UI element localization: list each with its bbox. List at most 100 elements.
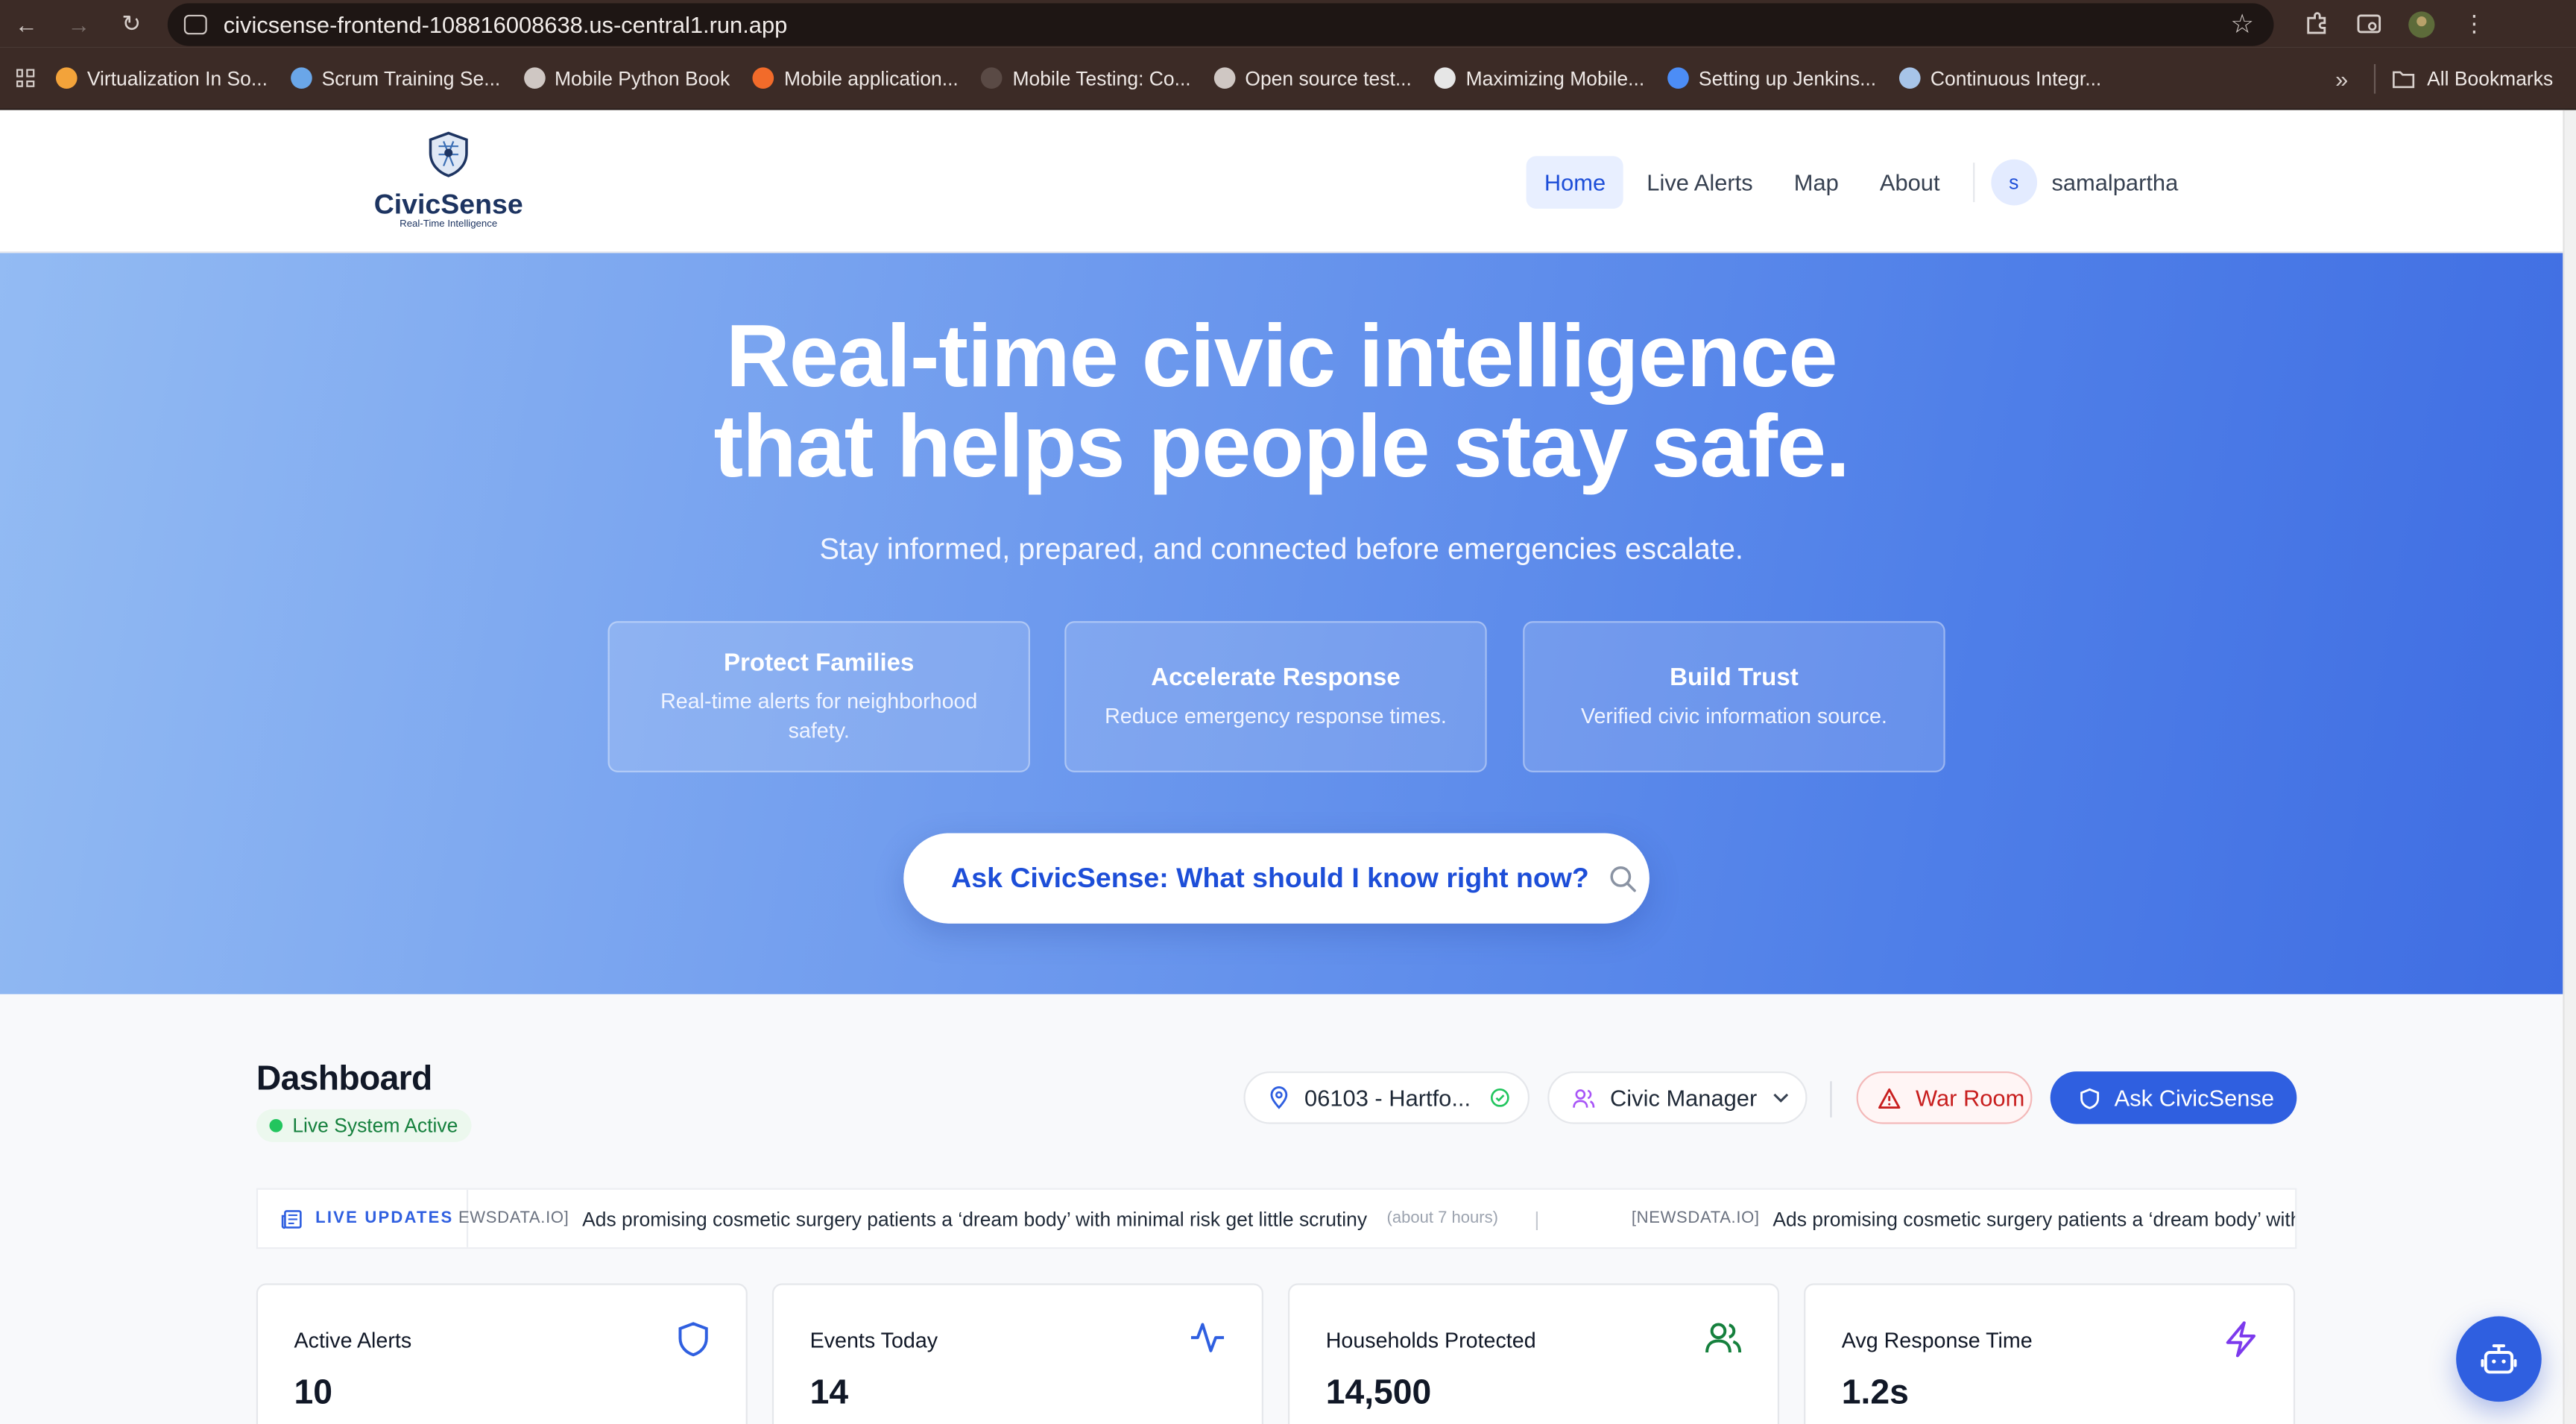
zap-icon — [2224, 1321, 2257, 1366]
profile-avatar-icon[interactable] — [2396, 9, 2449, 39]
feature-card-accelerate-response: Accelerate Response Reduce emergency res… — [1064, 621, 1487, 772]
dashboard-section: Dashboard Live System Active 06103 - Har… — [0, 994, 2563, 1424]
map-pin-icon — [1269, 1086, 1290, 1109]
username-label[interactable]: samalpartha — [2051, 169, 2178, 195]
bookmark-favicon-icon — [1667, 67, 1689, 89]
reload-icon[interactable]: ↻ — [105, 10, 158, 37]
live-updates-label: LIVE UPDATES — [258, 1189, 469, 1247]
bookmark-item[interactable]: Mobile Python Book — [523, 66, 730, 89]
chatbot-button[interactable] — [2456, 1316, 2542, 1402]
bookmark-item[interactable]: Mobile Testing: Co... — [981, 66, 1191, 89]
stat-card-households-protected[interactable]: Households Protected 14,500 — [1288, 1283, 1780, 1424]
bookmark-favicon-icon — [290, 67, 312, 89]
nav-map[interactable]: Map — [1776, 156, 1857, 209]
verified-check-icon — [1490, 1088, 1510, 1107]
live-dot-icon — [269, 1118, 283, 1132]
hero-title-line-1: Real-time civic intelligence — [725, 307, 1838, 406]
shield-icon — [2080, 1087, 2100, 1109]
bookmark-item[interactable]: Continuous Integr... — [1899, 66, 2101, 89]
ticker-age: (about 7 hours) — [1386, 1209, 1499, 1228]
tab-search-icon[interactable] — [2343, 10, 2396, 37]
kebab-menu-icon[interactable]: ⋮ — [2448, 10, 2501, 37]
alert-triangle-icon — [1878, 1087, 1901, 1109]
stat-value: 14,500 — [1325, 1373, 1432, 1412]
ask-civicsense-prompt-button[interactable]: Ask CivicSense: What should I know right… — [903, 833, 1650, 924]
war-room-button[interactable]: War Room — [1856, 1071, 2033, 1124]
bookmark-label: Open source test... — [1245, 66, 1412, 90]
feature-title: Build Trust — [1670, 663, 1799, 691]
bookmark-label: Continuous Integr... — [1930, 66, 2102, 90]
stat-card-avg-response-time[interactable]: Avg Response Time 1.2s — [1804, 1283, 2296, 1424]
ticker-track: EWSDATA.IO] Ads promising cosmetic surge… — [458, 1207, 2295, 1230]
bookmarks-bar: Virtualization In So... Scrum Training Se… — [0, 47, 2576, 110]
feature-desc: Real-time alerts for neighborhood safety… — [660, 687, 978, 743]
location-value: 06103 - Hartfo... — [1304, 1084, 1471, 1111]
bookmark-favicon-icon — [55, 67, 78, 89]
feature-card-protect-families: Protect Families Real-time alerts for ne… — [607, 621, 1030, 772]
bookmark-item[interactable]: Scrum Training Se... — [290, 66, 501, 90]
stat-value: 10 — [294, 1373, 333, 1412]
activity-icon — [1190, 1321, 1225, 1362]
users-icon — [1572, 1087, 1595, 1109]
bookmark-item[interactable]: Setting up Jenkins... — [1667, 66, 1876, 89]
bookmark-item[interactable]: Open source test... — [1213, 66, 1412, 90]
ticker-headline[interactable]: Ads promising cosmetic surgery patients … — [1772, 1207, 2295, 1230]
feature-desc: Reduce emergency response times. — [1105, 702, 1447, 728]
bookmark-favicon-icon — [523, 67, 545, 89]
bookmark-label: Mobile application... — [784, 66, 959, 90]
back-arrow-icon[interactable]: ← — [0, 10, 53, 37]
user-avatar[interactable]: s — [1990, 159, 2037, 206]
extensions-icon[interactable] — [2291, 10, 2343, 37]
role-value: Civic Manager — [1610, 1084, 1758, 1111]
war-room-label: War Room — [1915, 1084, 2025, 1111]
bookmark-item[interactable]: Maximizing Mobile... — [1434, 66, 1645, 90]
role-selector[interactable]: Civic Manager — [1547, 1071, 1808, 1124]
forward-arrow-icon[interactable]: → — [53, 10, 106, 37]
site-info-icon[interactable] — [183, 13, 207, 34]
stat-label: Events Today — [809, 1327, 938, 1352]
nav-home[interactable]: Home — [1526, 156, 1624, 209]
feature-title: Accelerate Response — [1151, 663, 1401, 691]
hero-section: Real-time civic intelligence that helps … — [0, 253, 2563, 995]
more-bookmarks-icon[interactable]: » — [2335, 65, 2348, 91]
address-bar[interactable]: civicsense-frontend-108816008638.us-cent… — [167, 2, 2274, 45]
bookmark-favicon-icon — [1213, 67, 1236, 89]
ticker-source: EWSDATA.IO] — [458, 1209, 569, 1228]
location-selector[interactable]: 06103 - Hartfo... — [1243, 1071, 1530, 1124]
url-text: civicsense-frontend-108816008638.us-cent… — [223, 10, 788, 37]
feature-card-build-trust: Build Trust Verified civic information s… — [1523, 621, 1945, 772]
apps-grid-icon[interactable] — [0, 69, 49, 87]
page-scrollbar[interactable] — [2563, 110, 2576, 1424]
folder-icon — [2393, 70, 2415, 88]
newspaper-icon — [281, 1209, 303, 1228]
search-icon — [1610, 865, 1637, 892]
bookmark-favicon-icon — [1899, 67, 1921, 89]
users-icon — [1705, 1321, 1742, 1362]
star-icon[interactable]: ☆ — [2230, 7, 2254, 40]
ask-civicsense-label: Ask CivicSense — [2114, 1084, 2275, 1111]
ask-civicsense-button[interactable]: Ask CivicSense — [2050, 1071, 2297, 1124]
stat-card-active-alerts[interactable]: Active Alerts 10 — [256, 1283, 748, 1424]
brand-name: CivicSense — [373, 189, 523, 221]
all-bookmarks-folder[interactable]: All Bookmarks — [2393, 66, 2553, 89]
bookmark-favicon-icon — [981, 67, 1003, 89]
browser-window: ← → ↻ civicsense-frontend-108816008638.u… — [0, 0, 2576, 1424]
hero-subtitle: Stay informed, prepared, and connected b… — [819, 532, 1743, 566]
feature-title: Protect Families — [724, 648, 915, 676]
main-nav: Home Live Alerts Map About s samalpartha — [1526, 156, 2178, 209]
stat-label: Avg Response Time — [1841, 1327, 2033, 1352]
feature-desc: Verified civic information source. — [1580, 702, 1887, 728]
nav-about[interactable]: About — [1862, 156, 1958, 209]
bookmark-item[interactable]: Virtualization In So... — [55, 66, 268, 89]
bookmark-item[interactable]: Mobile application... — [753, 66, 959, 89]
bookmark-label: Maximizing Mobile... — [1465, 66, 1645, 90]
stat-label: Households Protected — [1325, 1327, 1536, 1352]
stat-card-events-today[interactable]: Events Today 14 — [771, 1283, 1263, 1424]
nav-live-alerts[interactable]: Live Alerts — [1629, 156, 1771, 209]
bookmark-favicon-icon — [753, 67, 774, 89]
chevron-down-icon — [1773, 1093, 1790, 1103]
ticker-headline[interactable]: Ads promising cosmetic surgery patients … — [582, 1207, 1367, 1230]
bookmark-label: Setting up Jenkins... — [1698, 66, 1877, 90]
civicsense-logo[interactable]: CivicSense Real-Time Intelligence — [373, 130, 524, 230]
bookmark-label: Scrum Training Se... — [321, 66, 501, 90]
